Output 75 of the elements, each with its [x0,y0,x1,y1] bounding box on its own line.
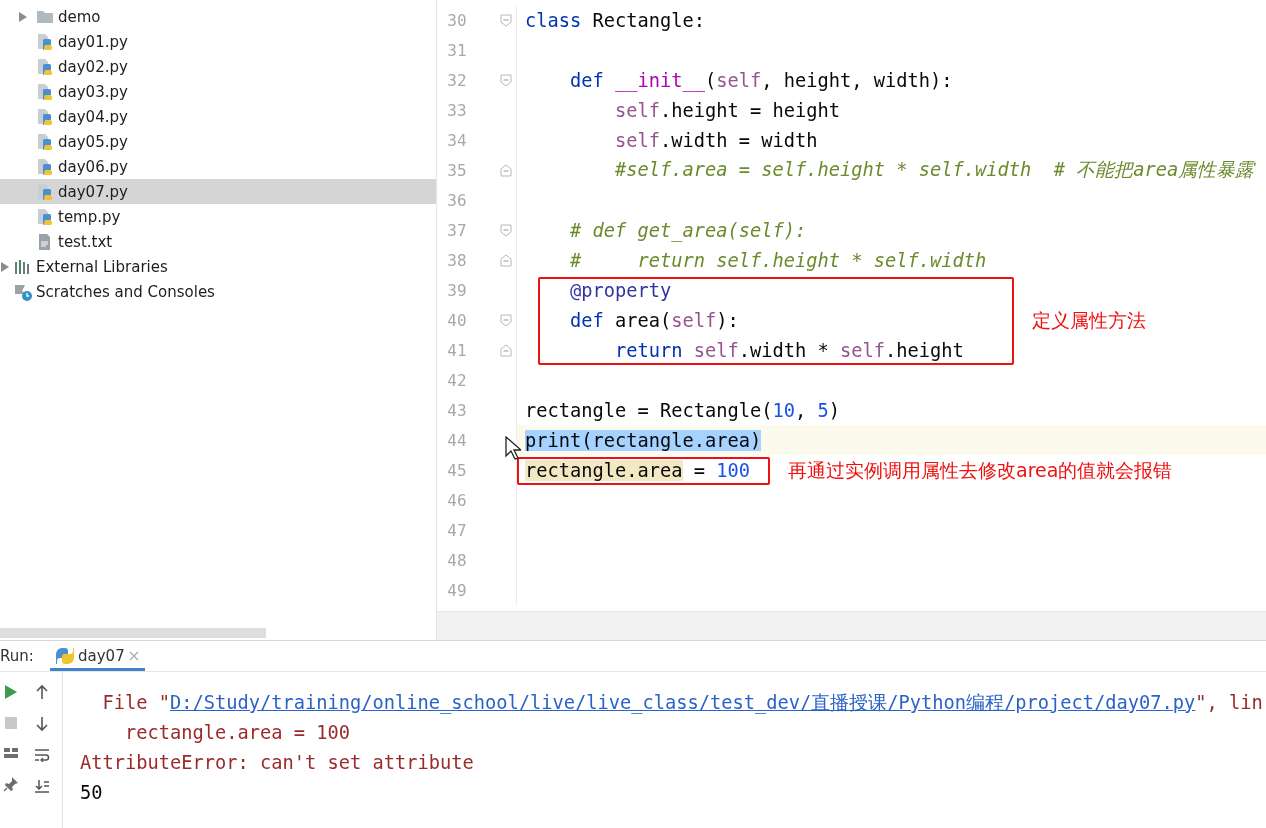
python-file-icon [36,207,54,226]
line-number: 47 [446,520,467,540]
tree-item[interactable]: day06.py [0,154,436,179]
line-number: 30 [446,10,467,30]
line-number: 36 [446,190,467,210]
pin-icon [3,776,19,792]
line-number: 37 [446,220,467,240]
line-number: 41 [446,340,467,360]
annotation-text: 再通过实例调用属性去修改area的值就会报错 [788,458,1173,483]
tree-item[interactable]: temp.py [0,204,436,229]
line-number: 43 [446,400,467,420]
libraries-icon [14,257,32,276]
python-file-icon [36,57,54,76]
line-number: 35 [446,160,467,180]
tree-item[interactable]: day01.py [0,29,436,54]
close-icon [128,651,139,661]
console-text: ", lin [1195,692,1263,713]
code-line: self.width = width [614,129,818,151]
tree-item[interactable]: day05.py [0,129,436,154]
line-number: 46 [446,490,467,510]
line-number: 31 [446,40,467,60]
tree-item[interactable]: demo [0,4,436,29]
console-line: 50 [80,781,104,805]
code-line: def area(self): [569,309,739,331]
python-icon [56,647,74,665]
tree-item[interactable]: day02.py [0,54,436,79]
stop-icon [4,716,18,730]
console-line: AttributeError: can't set attribute [80,751,475,775]
python-file-icon [36,32,54,51]
run-label: Run: [0,647,35,665]
tree-item[interactable]: External Libraries [0,254,436,279]
line-number: 44 [446,430,467,450]
line-number: 40 [446,310,467,330]
soft-wrap-icon [34,748,50,762]
code-line: rectangle.area = 100 [525,459,751,481]
console-line: rectangle.area = 100 [124,721,352,745]
tree-item[interactable]: test.txt [0,229,436,254]
tree-item[interactable]: Scratches and Consoles [0,279,436,304]
line-number: 33 [446,100,467,120]
layout-icon [3,746,19,760]
up-arrow-icon [35,684,49,700]
line-number: 45 [446,460,467,480]
scrollbar[interactable] [0,628,266,638]
python-file-icon [36,107,54,126]
scratches-icon [14,282,32,301]
line-number: 32 [446,70,467,90]
line-number: 48 [446,550,467,570]
annotation-text: 定义属性方法 [1031,308,1146,333]
code-line: def __init__(self, height, width): [569,69,953,91]
code-line: return self.width * self.height [614,339,964,361]
python-file-icon [36,182,54,201]
code-line: class Rectangle: [525,9,706,31]
console-text: File " [101,692,170,713]
code-line: self.height = height [614,99,841,121]
code-line: # def get_area(self): [569,219,807,241]
code-line: @property [569,279,672,301]
code-line: #self.area = self.height * self.width # 不能把area属性暴露 [614,159,1255,180]
line-number: 38 [446,250,467,270]
python-file-icon [36,82,54,101]
line-number: 39 [446,280,467,300]
code-line: rectangle = Rectangle(10, 5) [525,399,841,421]
line-number: 49 [446,580,467,600]
run-icon [4,684,18,700]
down-arrow-icon [35,716,49,732]
python-file-icon [36,132,54,151]
scroll-to-end-icon [34,778,50,794]
line-number: 42 [446,370,467,390]
tree-item[interactable]: day04.py [0,104,436,129]
python-file-icon [36,157,54,176]
tree-item[interactable]: day03.py [0,79,436,104]
tree-item[interactable]: day07.py [0,179,436,204]
code-line: # return self.height * self.width [569,249,987,271]
file-link[interactable]: D:/Study/training/online_school/live/live_class/test_dev/直播授课/Python编程/project/day07.py [170,692,1196,713]
run-tab[interactable]: day07 [50,641,145,671]
line-number: 34 [446,130,467,150]
